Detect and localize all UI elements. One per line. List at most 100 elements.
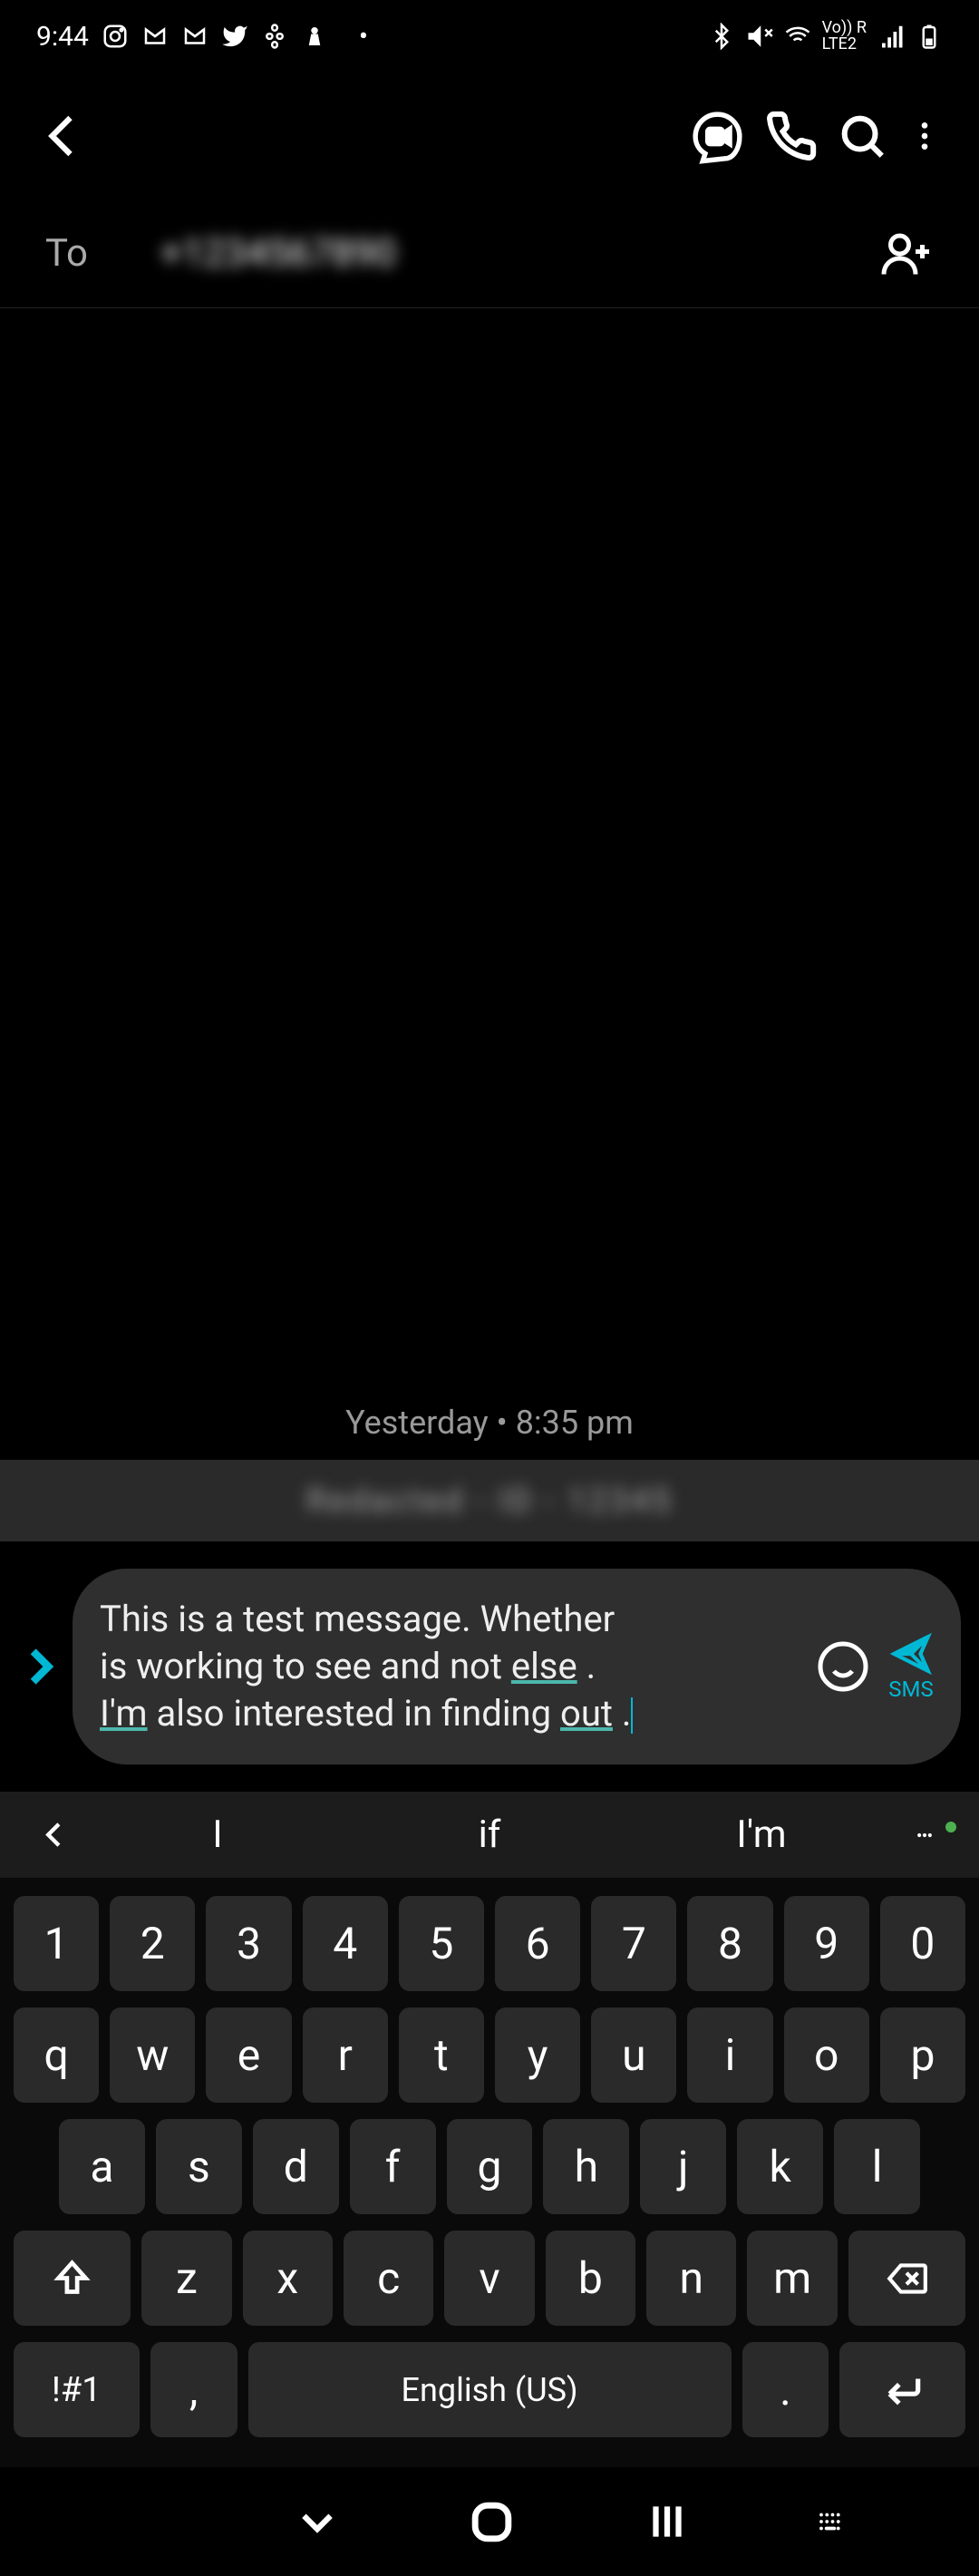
info-banner-text: Redacted - ID - 12345 [306,1482,673,1520]
compose-line1: This is a test message. Whether [100,1598,615,1640]
recipient-value[interactable]: +1234567890 [160,231,879,276]
compose-bubble: This is a test message. Whether is worki… [73,1569,961,1764]
nav-home-button[interactable] [456,2485,528,2558]
key-t[interactable]: t [399,2007,484,2103]
key-s[interactable]: s [156,2119,242,2214]
bluetooth-icon [708,23,735,50]
gmail-icon-2 [181,23,208,50]
key-p[interactable]: p [880,2007,965,2103]
key-space[interactable]: English (US) [248,2342,732,2437]
key-e[interactable]: e [206,2007,291,2103]
key-shift[interactable] [14,2231,131,2326]
voice-call-button[interactable] [765,110,818,162]
key-h[interactable]: h [543,2119,629,2214]
nav-recents-button[interactable] [631,2485,703,2558]
send-button[interactable]: SMS [888,1631,934,1702]
nav-bar [0,2467,979,2576]
key-3[interactable]: 3 [206,1896,291,1991]
status-bar: 9:44 • Vo)) R LTE2 [0,0,979,73]
key-y[interactable]: y [495,2007,580,2103]
kb-row-5: !#1 , English (US) . [14,2342,965,2437]
compose-row: This is a test message. Whether is worki… [0,1541,979,1792]
key-9[interactable]: 9 [784,1896,869,1991]
key-f[interactable]: f [350,2119,436,2214]
chess-pawn-icon [301,23,328,50]
key-u[interactable]: u [591,2007,676,2103]
suggestion-3[interactable]: I'm [625,1813,897,1857]
key-q[interactable]: q [14,2007,99,2103]
key-j[interactable]: j [640,2119,726,2214]
key-1[interactable]: 1 [14,1896,99,1991]
key-w[interactable]: w [110,2007,195,2103]
kb-row-3: a s d f g h j k l [14,2119,965,2214]
back-button[interactable] [36,109,91,163]
volte-network-label: Vo)) R LTE2 [822,20,867,53]
suggestion-more-button[interactable] [897,1826,952,1844]
key-enter[interactable] [839,2342,965,2437]
video-call-button[interactable] [688,107,747,166]
compose-line2b: . [577,1645,596,1687]
compose-line2-underline: else [511,1645,577,1687]
key-c[interactable]: c [344,2231,433,2326]
key-5[interactable]: 5 [399,1896,484,1991]
compose-line2a: is working to see and not [100,1645,511,1687]
key-6[interactable]: 6 [495,1896,580,1991]
nav-hide-keyboard-button[interactable] [281,2485,354,2558]
key-r[interactable]: r [303,2007,388,2103]
battery-icon [916,23,943,50]
key-k[interactable]: k [737,2119,823,2214]
message-timestamp: Yesterday • 8:35 pm [345,1404,634,1442]
kb-row-4: z x c v b n m [14,2231,965,2326]
key-o[interactable]: o [784,2007,869,2103]
notification-dot-icon [945,1822,956,1832]
kb-row-1: 1 2 3 4 5 6 7 8 9 0 [14,1896,965,1991]
nav-keyboard-switch-button[interactable] [806,2485,856,2558]
status-left: 9:44 • [36,21,368,53]
key-g[interactable]: g [447,2119,533,2214]
key-n[interactable]: n [646,2231,736,2326]
key-b[interactable]: b [546,2231,635,2326]
fan-icon [261,23,288,50]
search-button[interactable] [836,110,888,162]
suggestion-2[interactable]: if [354,1813,625,1857]
compose-line3-underline1: I'm [100,1692,148,1735]
key-i[interactable]: i [687,2007,772,2103]
gmail-icon [141,23,169,50]
key-x[interactable]: x [243,2231,333,2326]
app-toolbar [0,73,979,199]
dot-icon: • [359,21,368,53]
text-cursor [631,1697,633,1734]
key-symbols[interactable]: !#1 [14,2342,140,2437]
send-label: SMS [888,1677,933,1702]
more-options-button[interactable] [906,110,943,162]
recipient-label: To [45,231,88,276]
compose-text-input[interactable]: This is a test message. Whether is worki… [100,1596,798,1737]
key-0[interactable]: 0 [880,1896,965,1991]
key-m[interactable]: m [747,2231,837,2326]
key-a[interactable]: a [59,2119,145,2214]
emoji-button[interactable] [816,1639,870,1694]
key-period[interactable]: . [742,2342,829,2437]
compose-expand-button[interactable] [18,1644,63,1689]
kb-row-2: q w e r t y u i o p [14,2007,965,2103]
key-z[interactable]: z [141,2231,231,2326]
key-d[interactable]: d [253,2119,339,2214]
suggestions-row: I if I'm [0,1792,979,1878]
twitter-icon [221,23,248,50]
key-4[interactable]: 4 [303,1896,388,1991]
suggestion-back-button[interactable] [27,1819,82,1851]
key-v[interactable]: v [444,2231,534,2326]
key-comma[interactable]: , [150,2342,237,2437]
recipient-row: To +1234567890 [0,199,979,308]
suggestion-1[interactable]: I [82,1813,354,1857]
key-7[interactable]: 7 [591,1896,676,1991]
compose-line3-underline2: out [560,1692,613,1735]
instagram-icon [102,23,129,50]
conversation-area[interactable]: Yesterday • 8:35 pm [0,308,979,1460]
key-backspace[interactable] [848,2231,965,2326]
mute-icon [746,23,773,50]
key-l[interactable]: l [834,2119,920,2214]
add-recipient-button[interactable] [879,227,934,281]
key-2[interactable]: 2 [110,1896,195,1991]
key-8[interactable]: 8 [687,1896,772,1991]
